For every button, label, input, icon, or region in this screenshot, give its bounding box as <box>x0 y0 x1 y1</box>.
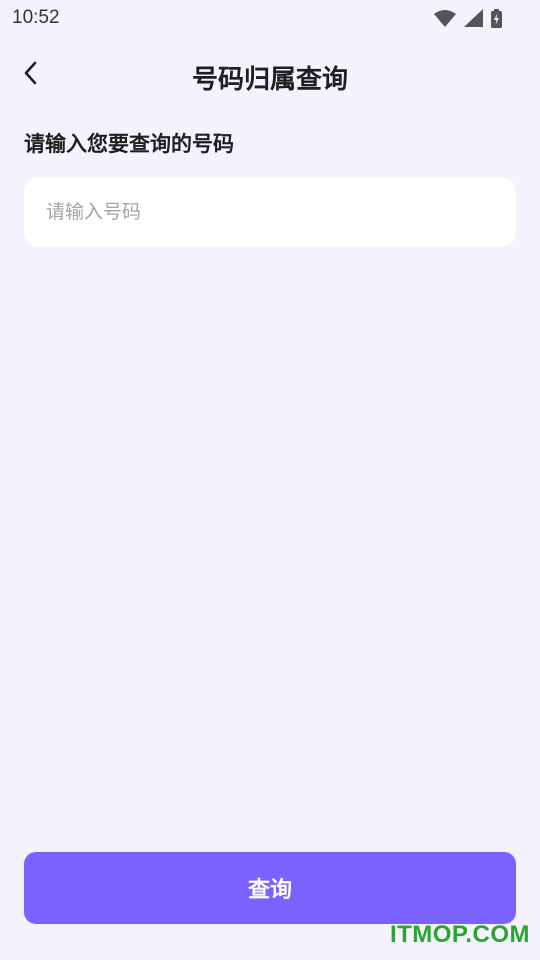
status-time: 10:52 <box>12 7 60 28</box>
input-section-label: 请输入您要查询的号码 <box>24 132 234 156</box>
phone-number-input[interactable] <box>24 177 516 247</box>
watermark: ITMOP.COM <box>389 921 530 948</box>
wifi-icon <box>434 9 456 27</box>
page-title: 号码归属查询 <box>191 65 348 95</box>
battery-charging-icon <box>491 8 502 28</box>
query-button[interactable]: 查询 <box>24 852 516 924</box>
app-bar: 号码归属查询 <box>0 50 540 100</box>
cell-signal-icon <box>464 9 483 27</box>
status-bar: 10:52 <box>0 0 540 36</box>
status-icons <box>434 8 502 28</box>
phone-input-container <box>24 177 516 247</box>
screen: 10:52 号码归属查询 请输入您要查询的号码 请输入号码 查询 ITMOP.C… <box>0 0 540 960</box>
